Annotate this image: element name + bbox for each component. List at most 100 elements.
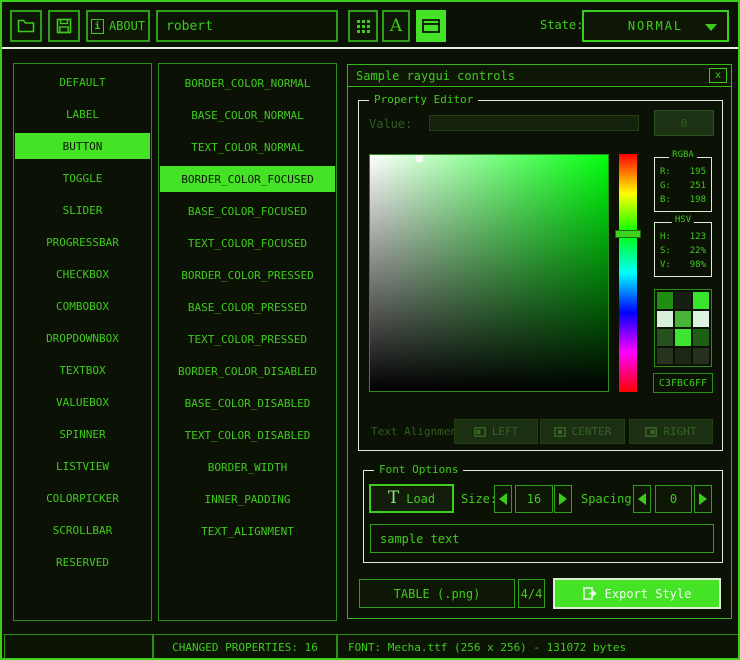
align-center-icon	[554, 427, 566, 437]
palette-swatch[interactable]	[657, 311, 673, 328]
value-button[interactable]: 0	[654, 110, 714, 136]
state-dropdown-value: NORMAL	[628, 19, 683, 33]
palette-swatch[interactable]	[675, 329, 691, 346]
list-item[interactable]: DROPDOWNBOX	[14, 322, 151, 354]
list-item[interactable]: CHECKBOX	[14, 258, 151, 290]
spacing-decrease-button[interactable]	[633, 485, 651, 513]
spacing-label: Spacing:	[581, 492, 639, 506]
properties-listview: BORDER_COLOR_NORMAL BASE_COLOR_NORMAL TE…	[158, 63, 337, 621]
list-item[interactable]: BASE_COLOR_DISABLED	[159, 387, 336, 419]
palette-swatch[interactable]	[657, 348, 673, 365]
status-font-info: FONT: Mecha.ttf (256 x 256) - 131072 byt…	[337, 634, 740, 660]
list-item[interactable]: TEXT_COLOR_DISABLED	[159, 419, 336, 451]
palette-swatch[interactable]	[693, 329, 709, 346]
sample-text-box[interactable]: sample text	[370, 524, 714, 553]
palette-swatch[interactable]	[675, 348, 691, 365]
list-item[interactable]: SPINNER	[14, 418, 151, 450]
list-item-selected[interactable]: BUTTON	[15, 133, 150, 159]
list-item[interactable]: BASE_COLOR_FOCUSED	[159, 195, 336, 227]
list-item[interactable]: RESERVED	[14, 546, 151, 578]
open-file-button[interactable]	[10, 10, 42, 42]
rgba-group: RGBA R:195 G:251 B:198	[654, 157, 712, 212]
list-item[interactable]: BORDER_COLOR_NORMAL	[159, 67, 336, 99]
list-item[interactable]: PROGRESSBAR	[14, 226, 151, 258]
list-item[interactable]: SCROLLBAR	[14, 514, 151, 546]
palette-swatch[interactable]	[675, 311, 691, 328]
align-left-label: LEFT	[492, 425, 519, 438]
size-decrease-button[interactable]	[494, 485, 512, 513]
color-picker-panel[interactable]	[369, 154, 609, 392]
size-value-box[interactable]: 16	[515, 485, 553, 513]
list-item-selected[interactable]: BORDER_COLOR_FOCUSED	[160, 166, 335, 192]
hue-slider-handle[interactable]	[615, 230, 641, 238]
window-titlebar[interactable]: Sample raygui controls x	[348, 65, 731, 87]
changed-properties-text: CHANGED PROPERTIES: 16	[172, 641, 318, 654]
list-item[interactable]: TEXT_ALIGNMENT	[159, 515, 336, 547]
load-font-label: Load	[406, 492, 435, 506]
load-font-button[interactable]: T Load	[369, 484, 454, 513]
list-item[interactable]: LABEL	[14, 98, 151, 130]
b-label: B:	[660, 195, 671, 205]
hex-color-textbox[interactable]: C3FBC6FF	[653, 373, 713, 393]
rguistyler-app: i ABOUT A State: NORMAL DEFAULT LABEL	[0, 0, 740, 660]
list-item[interactable]: BASE_COLOR_PRESSED	[159, 291, 336, 323]
spacing-value-box[interactable]: 0	[655, 485, 692, 513]
v-label: V:	[660, 260, 671, 270]
list-item[interactable]: INNER_PADDING	[159, 483, 336, 515]
arrow-right-icon	[559, 493, 567, 505]
format-count-box[interactable]: 4/4	[518, 579, 545, 608]
list-item[interactable]: TEXT_COLOR_FOCUSED	[159, 227, 336, 259]
size-increase-button[interactable]	[554, 485, 572, 513]
s-value: 22%	[690, 246, 706, 256]
spacing-increase-button[interactable]	[694, 485, 712, 513]
list-item[interactable]: LISTVIEW	[14, 450, 151, 482]
list-item[interactable]: COMBOBOX	[14, 290, 151, 322]
align-right-button[interactable]: RIGHT	[629, 419, 713, 444]
palette-swatch[interactable]	[657, 292, 673, 309]
font-info-text: FONT: Mecha.ttf (256 x 256) - 131072 byt…	[348, 641, 626, 654]
palette-swatch[interactable]	[693, 292, 709, 309]
arrow-right-icon	[699, 493, 707, 505]
palette-swatch[interactable]	[693, 348, 709, 365]
list-item[interactable]: TEXT_COLOR_PRESSED	[159, 323, 336, 355]
palette-swatch[interactable]	[675, 292, 691, 309]
list-item[interactable]: BORDER_COLOR_DISABLED	[159, 355, 336, 387]
r-label: R:	[660, 167, 671, 177]
sample-controls-window: Sample raygui controls x Property Editor…	[347, 64, 732, 619]
list-item[interactable]: COLORPICKER	[14, 482, 151, 514]
list-item[interactable]: TEXTBOX	[14, 354, 151, 386]
list-item[interactable]: TEXT_COLOR_NORMAL	[159, 131, 336, 163]
list-item[interactable]: BORDER_COLOR_PRESSED	[159, 259, 336, 291]
font-view-button[interactable]: A	[382, 10, 410, 42]
controls-listview: DEFAULT LABEL BUTTON TOGGLE SLIDER PROGR…	[13, 63, 152, 621]
palette-swatch[interactable]	[657, 329, 673, 346]
style-name-input[interactable]	[156, 10, 338, 42]
list-item[interactable]: DEFAULT	[14, 66, 151, 98]
list-item[interactable]: BORDER_WIDTH	[159, 451, 336, 483]
export-format-combobox[interactable]: TABLE (.png)	[359, 579, 515, 608]
list-item[interactable]: TOGGLE	[14, 162, 151, 194]
export-style-label: Export Style	[605, 587, 692, 601]
value-label: Value:	[369, 117, 412, 131]
value-slider[interactable]	[429, 115, 639, 131]
list-item[interactable]: VALUEBOX	[14, 386, 151, 418]
state-dropdown[interactable]: NORMAL	[582, 10, 729, 42]
align-left-button[interactable]: LEFT	[454, 419, 538, 444]
align-center-button[interactable]: CENTER	[540, 419, 625, 444]
hsv-group: HSV H:123 S:22% V:98%	[654, 222, 712, 277]
controls-view-button[interactable]	[416, 10, 446, 42]
list-item[interactable]: SLIDER	[14, 194, 151, 226]
g-value: 251	[690, 181, 706, 191]
style-table-view-button[interactable]	[348, 10, 378, 42]
export-style-button[interactable]: Export Style	[553, 578, 721, 609]
about-button-label: ABOUT	[109, 19, 145, 33]
hue-slider[interactable]	[619, 154, 637, 392]
about-button[interactable]: i ABOUT	[86, 10, 150, 42]
toolbar-divider	[2, 47, 740, 49]
close-icon[interactable]: x	[709, 68, 727, 83]
color-picker-cursor[interactable]	[416, 155, 423, 162]
rgba-title: RGBA	[669, 150, 697, 160]
palette-swatch[interactable]	[693, 311, 709, 328]
save-file-button[interactable]	[48, 10, 80, 42]
list-item[interactable]: BASE_COLOR_NORMAL	[159, 99, 336, 131]
